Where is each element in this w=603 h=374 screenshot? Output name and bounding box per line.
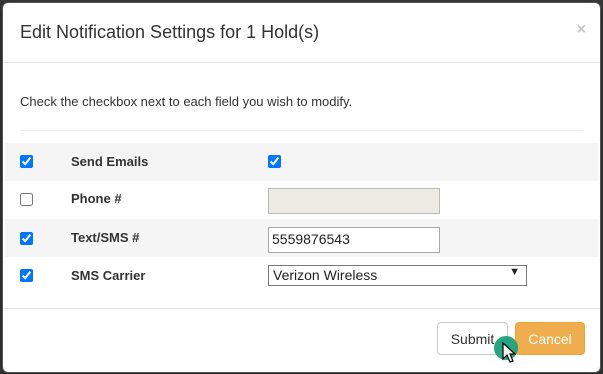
divider [20,130,583,131]
text-sms-label: Text/SMS # [71,230,140,245]
row-send-emails: Send Emails [5,143,598,181]
footer-divider [3,308,600,309]
modify-phone-checkbox[interactable] [20,193,33,206]
instruction-text: Check the checkbox next to each field yo… [20,94,353,109]
modify-text-sms-checkbox[interactable] [20,232,33,245]
chevron-down-icon: ▼ [509,266,520,278]
modify-send-emails-checkbox[interactable] [20,155,33,168]
phone-label: Phone # [71,191,122,206]
dialog-title: Edit Notification Settings for 1 Hold(s) [20,22,320,42]
sms-carrier-label: SMS Carrier [71,268,146,283]
cancel-button[interactable]: Cancel [515,322,585,355]
row-text-sms: Text/SMS # 5559876543 [5,219,598,257]
send-emails-label: Send Emails [71,154,149,169]
modify-sms-carrier-checkbox[interactable] [20,269,33,282]
mouse-pointer-icon [502,342,516,363]
send-emails-checkbox[interactable] [268,155,281,168]
edit-notification-dialog: Edit Notification Settings for 1 Hold(s)… [2,2,601,373]
row-sms-carrier: SMS Carrier Verizon Wireless ▼ [5,257,598,295]
row-phone: Phone # [5,181,598,219]
sms-carrier-selected: Verizon Wireless [273,267,378,283]
phone-input[interactable] [268,188,440,214]
text-sms-input[interactable]: 5559876543 [268,227,440,253]
close-icon[interactable]: × [577,21,586,39]
dialog-header: Edit Notification Settings for 1 Hold(s)… [3,3,600,63]
sms-carrier-select[interactable]: Verizon Wireless ▼ [268,265,527,286]
